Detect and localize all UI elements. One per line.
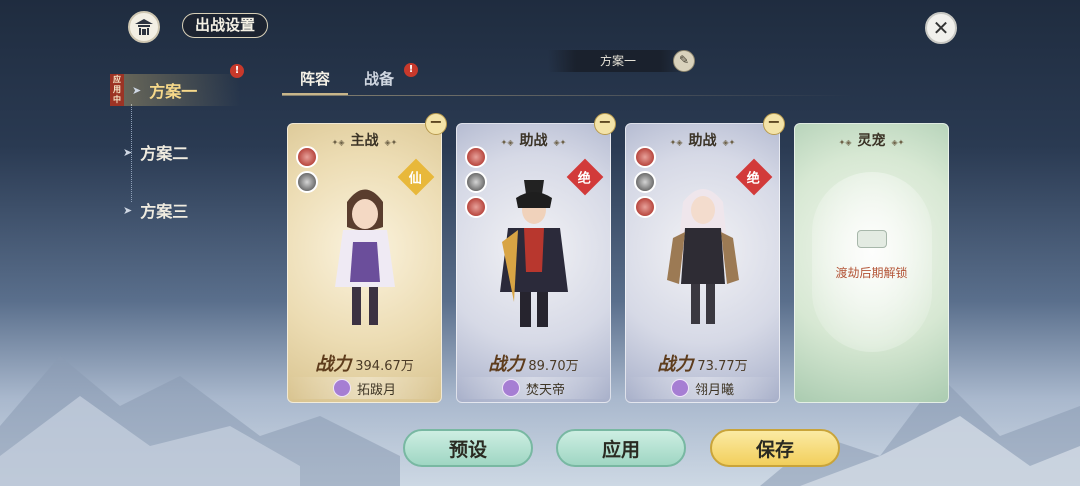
equipment-alert-badge: !: [404, 63, 418, 77]
remove-icon: −: [767, 112, 781, 131]
power-display: 战力 89.70万: [457, 350, 610, 376]
pavilion-icon: [128, 11, 160, 43]
character-name-row: 拓跋月: [288, 377, 441, 399]
support-character-card-1[interactable]: ✦◈ 助战 ◈✦ 绝 战力 89.70万 焚天帝: [456, 123, 611, 403]
character-name: 翎月曦: [694, 382, 734, 398]
character-portrait: [667, 189, 739, 324]
sidebar-item-label: 方案一: [149, 82, 198, 101]
plan-1-alert-badge: !: [230, 64, 244, 78]
arrow-icon: ➤: [123, 203, 133, 217]
rank-glyph: 仙: [409, 171, 423, 187]
remove-support-2-button[interactable]: −: [763, 113, 785, 135]
skill-list: [296, 146, 318, 193]
sidebar-item-plan-1[interactable]: 应用中 ➤ 方案一: [110, 74, 240, 106]
skill-icon[interactable]: [634, 171, 656, 193]
character-portrait: [335, 189, 395, 325]
page-title: 出战设置: [182, 13, 269, 38]
edit-icon: ✎: [678, 53, 690, 67]
current-plan-label: 方案一: [548, 50, 688, 72]
card-role: 灵宠: [857, 133, 886, 149]
rank-glyph: 绝: [747, 171, 761, 187]
card-role: 主战: [350, 133, 379, 149]
power-label: 战力: [315, 354, 352, 375]
character-name: 拓跋月: [356, 382, 396, 398]
close-button[interactable]: ✕: [925, 12, 957, 44]
remove-main-button[interactable]: −: [425, 113, 447, 135]
pet-slot-glow: [812, 172, 932, 352]
character-name: 焚天帝: [525, 382, 565, 398]
sidebar-item-label: 方案三: [140, 202, 189, 221]
skill-list: [634, 146, 656, 218]
character-class-icon: [501, 379, 520, 397]
preset-button[interactable]: 预设: [403, 429, 533, 467]
skill-icon[interactable]: [634, 146, 656, 168]
tab-lineup[interactable]: 阵容: [282, 68, 348, 95]
skill-icon[interactable]: [465, 146, 487, 168]
arrow-icon: ➤: [132, 83, 142, 97]
sidebar-item-plan-2[interactable]: ➤ 方案二: [123, 140, 188, 164]
character-name-row: 焚天帝: [457, 377, 610, 399]
edit-plan-button[interactable]: ✎: [673, 50, 695, 72]
remove-icon: −: [429, 112, 443, 131]
lock-icon: [857, 230, 887, 248]
power-label: 战力: [488, 354, 525, 375]
character-class-icon: [332, 379, 351, 397]
power-display: 战力 73.77万: [626, 350, 779, 376]
in-use-badge: 应用中: [110, 74, 124, 106]
support-character-card-2[interactable]: ✦◈ 助战 ◈✦ 绝 战力 73.77万 翎月曦: [625, 123, 780, 403]
character-class-icon: [670, 379, 689, 397]
pet-unlock-text: 渡劫后期解锁: [835, 266, 908, 280]
remove-icon: −: [598, 112, 612, 131]
skill-list: [465, 146, 487, 218]
tab-equipment[interactable]: 战备: [364, 68, 394, 89]
card-role: 助战: [688, 133, 717, 149]
arrow-icon: ➤: [123, 145, 133, 159]
character-name-row: 翎月曦: [626, 377, 779, 399]
power-value: 73.77万: [697, 359, 748, 374]
power-value: 89.70万: [528, 359, 579, 374]
power-value: 394.67万: [355, 359, 414, 374]
save-button[interactable]: 保存: [710, 429, 840, 467]
close-icon: ✕: [932, 16, 950, 40]
power-display: 战力 394.67万: [288, 350, 441, 376]
character-portrait: [500, 180, 568, 327]
rank-glyph: 绝: [578, 171, 592, 187]
apply-button[interactable]: 应用: [556, 429, 686, 467]
sidebar-item-plan-3[interactable]: ➤ 方案三: [123, 198, 188, 222]
skill-icon[interactable]: [465, 171, 487, 193]
skill-icon[interactable]: [296, 146, 318, 168]
sidebar-item-label: 方案二: [140, 144, 189, 163]
skill-icon[interactable]: [296, 171, 318, 193]
tabs-divider: [282, 95, 852, 96]
remove-support-1-button[interactable]: −: [594, 113, 616, 135]
card-role-wrap: ✦◈ 灵宠 ◈✦: [838, 133, 905, 149]
power-label: 战力: [657, 354, 694, 375]
skill-icon[interactable]: [634, 196, 656, 218]
skill-icon[interactable]: [465, 196, 487, 218]
card-role: 助战: [519, 133, 548, 149]
pet-card[interactable]: ✦◈ 灵宠 ◈✦ 渡劫后期解锁: [794, 123, 949, 403]
main-character-card[interactable]: ✦◈ 主战 ◈✦ 仙 战力 394.67万 拓跋月: [287, 123, 442, 403]
